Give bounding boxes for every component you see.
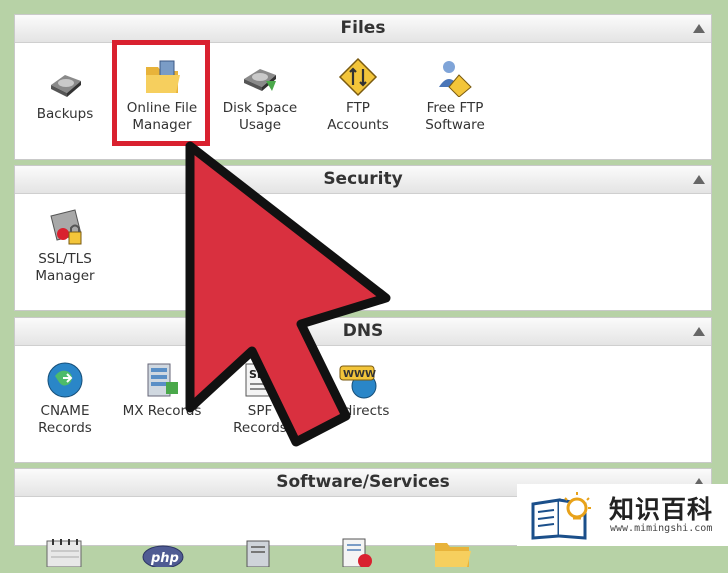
ssl-certificate-icon (50, 209, 82, 245)
backup-disk-icon (51, 75, 81, 97)
ssl-tls-manager-item[interactable]: SSL/TLS Manager (17, 208, 113, 285)
software-services-panel-title: Software/Services (276, 472, 450, 492)
folder-icon[interactable] (433, 539, 473, 567)
item-label: SPF Records (233, 403, 287, 436)
dns-panel-header[interactable]: DNS (15, 318, 711, 346)
files-panel-title: Files (340, 18, 386, 38)
security-panel-header[interactable]: Security (15, 166, 711, 194)
mx-records-icon (147, 363, 178, 397)
redirects-item[interactable]: WWW Redirects (310, 360, 406, 420)
item-label: FTP Accounts (327, 100, 389, 133)
cname-records-item[interactable]: CNAME Records (17, 360, 113, 437)
php-icon[interactable]: php (141, 543, 185, 567)
disk-space-icon (244, 69, 276, 91)
disk-space-usage-item[interactable]: Disk Space Usage (212, 57, 308, 134)
svg-text:WWW: WWW (343, 369, 376, 380)
ftp-accounts-icon (338, 57, 378, 97)
files-panel-header[interactable]: Files (15, 15, 711, 43)
ftp-accounts-item[interactable]: FTP Accounts (310, 57, 406, 134)
watermark-title: 知识百科 (609, 495, 714, 524)
item-label: MX Records (122, 403, 202, 419)
spf-icon: SPF (245, 363, 273, 397)
free-ftp-software-item[interactable]: Free FTP Software (407, 57, 503, 134)
watermark-logo: 知识百科 www.mimingshi.com (517, 484, 728, 546)
server-icon[interactable] (241, 539, 277, 567)
mx-records-item[interactable]: MX Records (114, 360, 210, 420)
document-error-icon[interactable] (339, 537, 375, 567)
collapse-icon[interactable] (693, 327, 705, 336)
security-panel-title: Security (323, 169, 403, 189)
www-redirect-icon: WWW (339, 365, 377, 399)
svg-text:php: php (150, 551, 179, 566)
book-lightbulb-icon (531, 492, 591, 540)
globe-icon (47, 362, 83, 398)
dns-panel: DNS CNAME Records MX Records SPF SPF Rec… (14, 317, 712, 463)
spf-records-item[interactable]: SPF SPF Records (212, 360, 308, 437)
free-ftp-software-icon (439, 61, 472, 97)
item-label: Backups (36, 106, 94, 122)
collapse-icon[interactable] (693, 175, 705, 184)
security-panel: Security SSL/TLS Manager (14, 165, 712, 311)
item-label: CNAME Records (38, 403, 92, 436)
highlight-box (112, 40, 210, 146)
dns-panel-title: DNS (342, 321, 384, 341)
watermark-url: www.mimingshi.com (610, 523, 713, 534)
item-label: Disk Space Usage (222, 100, 298, 133)
backups-item[interactable]: Backups (17, 63, 113, 123)
item-label: Free FTP Software (425, 100, 485, 133)
calendar-icon[interactable] (45, 537, 85, 567)
item-label: SSL/TLS Manager (35, 251, 95, 284)
collapse-icon[interactable] (693, 24, 705, 33)
svg-text:SPF: SPF (249, 368, 273, 381)
item-label: Redirects (326, 403, 390, 419)
